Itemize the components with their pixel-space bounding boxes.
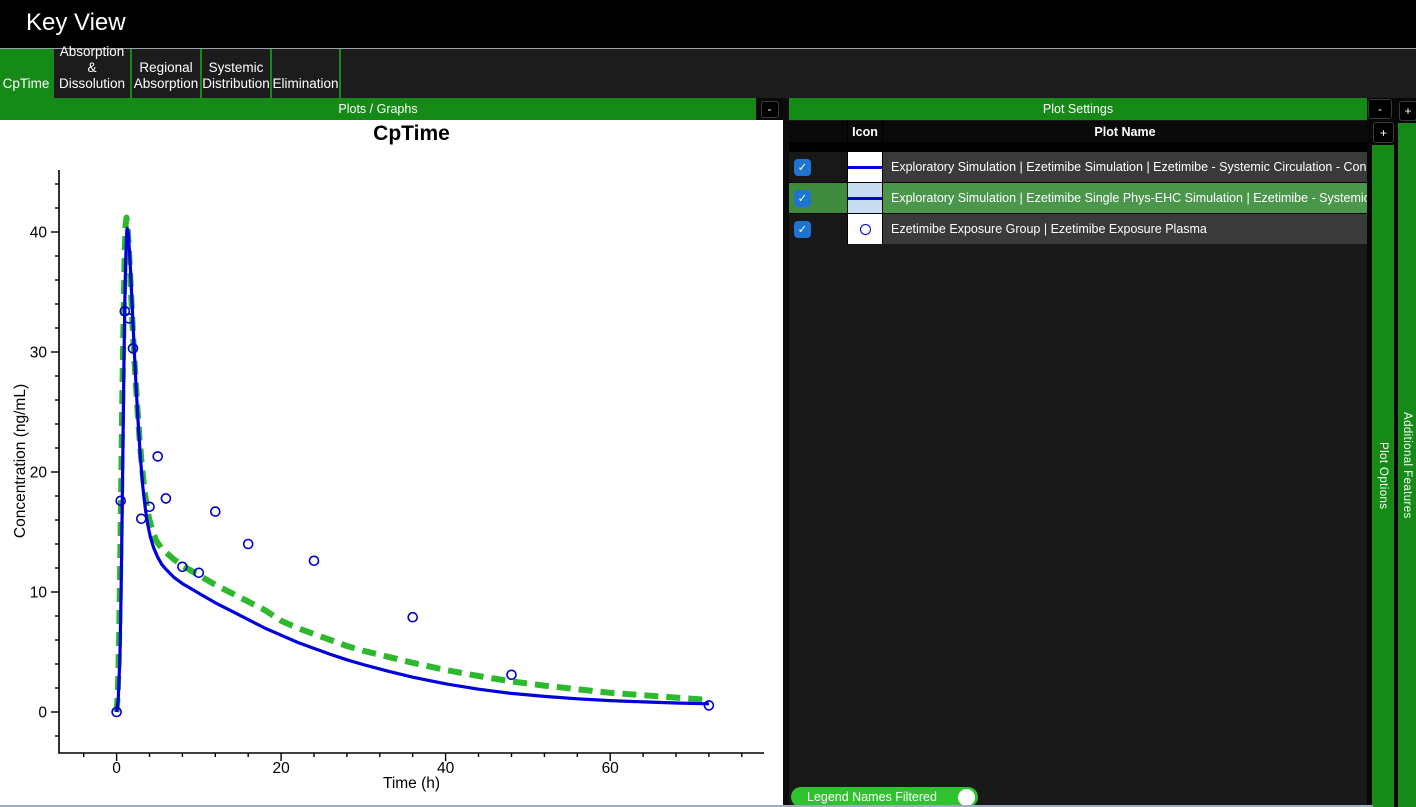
row-2-plot-name[interactable]: Ezetimibe Exposure Group | Ezetimibe Exp… <box>883 214 1367 244</box>
plot-options-label: Plot Options <box>1377 442 1389 509</box>
series-0-curve <box>117 218 709 712</box>
toggle-knob <box>958 789 975 806</box>
open-circle-marker-icon <box>860 224 871 235</box>
y-tick-label: 40 <box>30 225 48 242</box>
cptime-chart: 0204060 0 10 20 30 40 CpTime Time (h) Concent… <box>0 120 783 807</box>
tab-regional-absorption[interactable]: Regional Absorption <box>132 49 202 98</box>
row-0-series-style-icon[interactable] <box>848 152 882 182</box>
x-axis-ticks: 0204060 <box>84 753 742 777</box>
column-header-plot-name: Plot Name <box>883 121 1367 142</box>
row-1-series-style-icon[interactable] <box>848 183 882 213</box>
tab-systemic-distribution[interactable]: Systemic Distribution <box>202 49 272 98</box>
column-header-checkbox <box>789 121 847 142</box>
checkbox-checked-icon[interactable]: ✓ <box>794 190 811 207</box>
y-tick-label: 30 <box>30 345 48 362</box>
legend-names-filtered-toggle[interactable]: Legend Names Filtered <box>791 787 978 807</box>
column-header-icon: Icon <box>848 121 882 142</box>
y-tick-label: 0 <box>38 705 47 722</box>
checkbox-checked-icon[interactable]: ✓ <box>794 221 811 238</box>
observed-data-point <box>211 507 220 516</box>
line-style-icon <box>848 197 882 200</box>
line-style-icon <box>848 166 882 169</box>
row-2-checkbox-cell[interactable]: ✓ <box>789 214 847 244</box>
series-1-curve <box>117 228 709 712</box>
app-title-bar: Key View <box>0 0 1416 48</box>
plots-graphs-collapse-button[interactable]: - <box>761 101 779 118</box>
cptime-chart-canvas: 0204060 0 10 20 30 40 <box>0 120 783 807</box>
row-2-series-style-icon[interactable] <box>848 214 882 244</box>
tab-elimination[interactable]: Elimination <box>272 49 341 98</box>
x-axis-title: Time (h) <box>59 775 764 793</box>
plot-settings-header: Plot Settings <box>789 98 1367 120</box>
additional-features-expand-button[interactable]: + <box>1399 101 1416 121</box>
legend-names-filtered-label: Legend Names Filtered <box>807 790 937 804</box>
chart-title: CpTime <box>59 122 764 146</box>
plot-options-expand-button[interactable]: + <box>1373 122 1394 143</box>
observed-data-point <box>408 613 417 622</box>
row-1-plot-name[interactable]: Exploratory Simulation | Ezetimibe Singl… <box>883 183 1367 213</box>
plot-series-table: Icon Plot Name ✓ Exploratory Simulation |… <box>789 121 1367 244</box>
row-1-checkbox-cell[interactable]: ✓ <box>789 183 847 213</box>
y-axis-title: Concentration (ng/mL) <box>12 384 30 538</box>
y-tick-label: 10 <box>30 585 48 602</box>
row-0-plot-name[interactable]: Exploratory Simulation | Ezetimibe Simul… <box>883 152 1367 182</box>
observed-data-point <box>310 556 319 565</box>
plots-graphs-header: Plots / Graphs <box>0 98 756 120</box>
checkbox-checked-icon[interactable]: ✓ <box>794 159 811 176</box>
additional-features-strip[interactable]: Additional Features <box>1398 123 1416 807</box>
observed-data-point <box>507 670 516 679</box>
plot-settings-panel: Plot Settings Icon Plot Name ✓ Explorator… <box>789 98 1367 807</box>
observed-data-series <box>112 307 713 717</box>
view-tab-strip: CpTime Absorption & Dissolution Regional… <box>0 49 1416 98</box>
page-title: Key View <box>26 9 126 37</box>
observed-data-point <box>153 452 162 461</box>
y-tick-label: 20 <box>30 465 48 482</box>
plot-options-strip[interactable]: Plot Options <box>1372 145 1394 807</box>
observed-data-point <box>161 494 170 503</box>
plots-graphs-panel: Plots / Graphs - 0204060 0 10 20 30 40 CpTime… <box>0 98 783 807</box>
observed-data-point <box>244 540 253 549</box>
additional-features-label: Additional Features <box>1401 412 1413 519</box>
row-0-checkbox-cell[interactable]: ✓ <box>789 152 847 182</box>
plot-settings-collapse-button[interactable]: - <box>1368 99 1392 119</box>
y-axis-ticks: 0 10 20 30 40 <box>30 184 59 736</box>
tab-absorption-dissolution[interactable]: Absorption & Dissolution <box>54 49 132 98</box>
tab-cptime[interactable]: CpTime <box>0 49 54 98</box>
observed-data-point <box>137 514 146 523</box>
plots-graphs-button-box: - <box>756 98 783 120</box>
key-view-window: Key View CpTime Absorption & Dissolution… <box>0 0 1416 807</box>
